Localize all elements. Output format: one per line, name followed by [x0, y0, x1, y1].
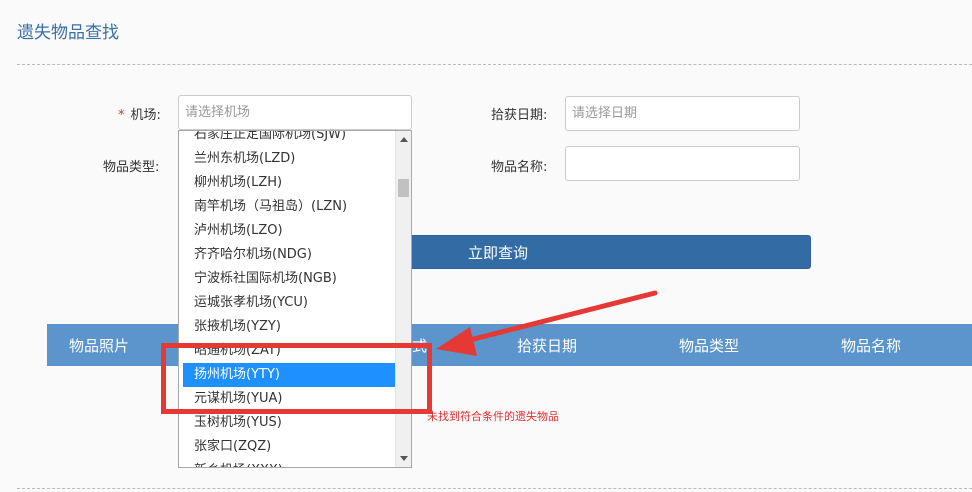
annotation-arrow-icon — [436, 290, 658, 356]
